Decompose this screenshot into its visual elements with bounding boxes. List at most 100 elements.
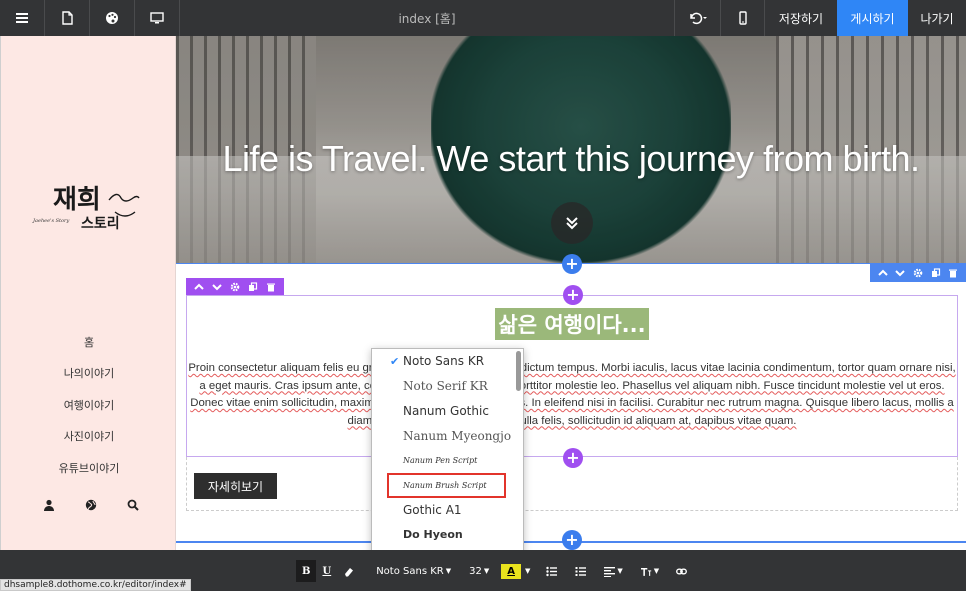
logo-sub-text: 스토리: [81, 216, 120, 232]
menu-item-home[interactable]: 홈: [1, 326, 177, 358]
font-size-value: 32: [469, 565, 482, 577]
trash-icon[interactable]: [266, 282, 276, 292]
site-sidebar: 재희 스토리 Jaehee's Story 홈 나의이야기 여행이야기 사진이야…: [0, 36, 176, 550]
font-option-nanum-pen-script[interactable]: Nanum Pen Script: [372, 448, 523, 473]
caret-down-icon: ▼: [653, 567, 660, 575]
text-height-icon: [640, 567, 651, 576]
caret-down-icon: ▼: [483, 567, 490, 575]
bold-button[interactable]: B: [296, 560, 317, 582]
font-option-label: Noto Sans KR: [403, 354, 485, 369]
row-tools: [870, 264, 966, 282]
font-option-label: Nanum Myeongjo: [403, 428, 512, 443]
menu-icon: [16, 13, 28, 23]
font-option-nanum-gothic[interactable]: Nanum Gothic: [372, 399, 523, 424]
font-option-label: Nanum Gothic: [403, 403, 489, 418]
font-option-noto-serif-kr[interactable]: Noto Serif KR: [372, 374, 523, 399]
globe-icon[interactable]: [85, 499, 97, 511]
underline-button[interactable]: U: [316, 560, 337, 582]
checkmark-icon: ✔: [390, 355, 400, 368]
preview-desktop-button[interactable]: [135, 0, 180, 36]
hero-headline[interactable]: Life is Travel. We start this journey fr…: [176, 138, 966, 180]
publish-button[interactable]: 게시하기: [837, 0, 908, 36]
menu-item-my-story[interactable]: 나의이야기: [1, 358, 177, 390]
section-heading[interactable]: 삶은 여행이다...: [495, 308, 649, 340]
clear-format-button[interactable]: [337, 560, 360, 582]
editor-toolbar: index [홈] 저장하기 게시하기 나가기: [0, 0, 966, 36]
copy-icon[interactable]: [248, 282, 258, 292]
font-family-value: Noto Sans KR: [376, 565, 444, 577]
scroll-down-button[interactable]: [551, 202, 593, 244]
column-tools: [186, 278, 284, 296]
font-option-gothic-a1[interactable]: Gothic A1: [372, 498, 523, 523]
align-left-icon: [604, 566, 616, 577]
double-chevron-down-icon: [566, 217, 578, 230]
move-down-icon[interactable]: [895, 268, 906, 278]
undo-button[interactable]: [674, 0, 720, 36]
logo-main-text: 재희: [53, 185, 101, 215]
trash-icon[interactable]: [948, 268, 958, 278]
section-paragraph[interactable]: Proin consectetur aliquam felis eu gravi…: [188, 360, 956, 430]
mobile-icon: [738, 11, 747, 25]
move-up-icon[interactable]: [194, 282, 204, 292]
plus-icon: +: [565, 530, 579, 549]
palette-icon: [106, 12, 118, 24]
align-select[interactable]: ▼: [595, 560, 631, 582]
font-option-label: Nanum Pen Script: [403, 456, 478, 466]
text-color-button[interactable]: A ▼: [497, 560, 534, 582]
plus-icon: +: [566, 448, 580, 467]
font-size-select[interactable]: 32 ▼: [461, 560, 497, 582]
hero-section[interactable]: Life is Travel. We start this journey fr…: [176, 36, 966, 263]
exit-button[interactable]: 나가기: [908, 0, 966, 36]
add-row-bottom-button[interactable]: +: [562, 530, 582, 550]
font-option-noto-sans-kr[interactable]: ✔ Noto Sans KR: [372, 349, 523, 374]
font-option-nanum-brush-script[interactable]: Nanum Brush Script: [387, 472, 506, 498]
eraser-icon: [345, 567, 354, 576]
move-down-icon[interactable]: [212, 282, 222, 292]
menu-item-youtube-story[interactable]: 유튜브이야기: [1, 452, 177, 484]
move-up-icon[interactable]: [878, 268, 888, 278]
link-button[interactable]: [668, 560, 695, 582]
plus-icon: +: [566, 285, 580, 304]
read-more-button[interactable]: 자세히보기: [194, 473, 277, 499]
copy-icon[interactable]: [931, 268, 941, 278]
link-icon: [676, 568, 688, 574]
page-button[interactable]: [45, 0, 90, 36]
gear-icon[interactable]: [230, 282, 240, 292]
add-block-below-button[interactable]: +: [563, 448, 583, 468]
user-icon[interactable]: [43, 499, 55, 511]
save-button[interactable]: 저장하기: [764, 0, 837, 36]
add-block-above-button[interactable]: +: [563, 285, 583, 305]
text-color-icon: A: [501, 563, 521, 579]
status-bar-url: dhsample8.dothome.co.kr/editor/index#: [0, 579, 191, 591]
font-option-label: Gothic A1: [403, 503, 462, 518]
caret-down-icon: ▼: [524, 567, 531, 575]
search-icon[interactable]: [127, 499, 139, 511]
font-family-dropdown[interactable]: ✔ Noto Sans KR Noto Serif KR Nanum Gothi…: [371, 348, 524, 562]
font-family-select[interactable]: Noto Sans KR ▼: [360, 560, 461, 582]
font-option-do-hyeon[interactable]: Do Hyeon: [372, 523, 523, 548]
bullet-list-icon: [546, 566, 558, 576]
monitor-icon: [150, 12, 164, 24]
logo-flourish: [108, 193, 140, 202]
font-option-label: Nanum Brush Script: [403, 480, 487, 490]
menu-item-travel-story[interactable]: 여행이야기: [1, 389, 177, 421]
site-logo[interactable]: 재희 스토리 Jaehee's Story: [31, 176, 151, 236]
page-title: index [홈]: [398, 11, 456, 26]
logo-tag-text: Jaehee's Story: [32, 218, 69, 224]
font-option-label: Do Hyeon: [403, 528, 463, 542]
numbered-list-button[interactable]: [566, 560, 595, 582]
sidebar-icon-row: [43, 499, 139, 511]
bullet-list-button[interactable]: [534, 560, 566, 582]
site-menu: 홈 나의이야기 여행이야기 사진이야기 유튜브이야기: [1, 326, 177, 484]
numbered-list-icon: [575, 566, 587, 576]
caret-down-icon: ▼: [445, 567, 452, 575]
text-size-select[interactable]: ▼: [632, 560, 668, 582]
menu-item-photo-story[interactable]: 사진이야기: [1, 421, 177, 453]
font-option-nanum-myeongjo[interactable]: Nanum Myeongjo: [372, 423, 523, 448]
menu-button[interactable]: [0, 0, 45, 36]
preview-mobile-button[interactable]: [720, 0, 764, 36]
gear-icon[interactable]: [913, 268, 923, 278]
caret-down-icon: ▼: [617, 567, 623, 575]
add-row-button[interactable]: +: [562, 254, 582, 274]
theme-button[interactable]: [90, 0, 135, 36]
